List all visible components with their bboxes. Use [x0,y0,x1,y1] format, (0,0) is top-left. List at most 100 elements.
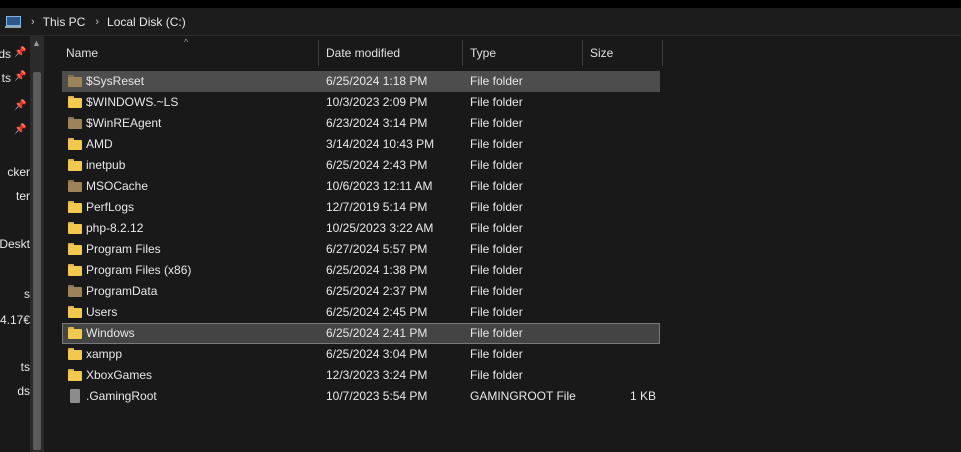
file-date-modified: 10/7/2023 5:54 PM [326,389,428,403]
file-type: File folder [470,158,523,172]
file-type: File folder [470,179,523,193]
file-date-modified: 6/25/2024 2:45 PM [326,305,428,319]
navigation-pane: ds📌ts📌📌📌ckerterDeskts54.17€tsds [0,36,30,452]
nav-pane-item[interactable]: ter [0,187,30,205]
nav-pane-item-label: ds [0,47,11,61]
file-date-modified: 12/7/2019 5:14 PM [326,200,428,214]
breadcrumb-chevron-icon[interactable]: › [95,16,99,28]
file-row[interactable]: MSOCache 10/6/2023 12:11 AM File folder [62,176,660,197]
nav-pane-item-label: cker [7,165,30,179]
column-header-size[interactable]: Size [584,40,662,66]
folder-icon [68,369,82,381]
file-row[interactable]: ProgramData 6/25/2024 2:37 PM File folder [62,281,660,302]
folder-icon [68,243,82,255]
nav-pane-item-label: ts [20,360,30,374]
file-date-modified: 3/14/2024 10:43 PM [326,137,435,151]
pin-icon[interactable]: 📌 [14,47,26,58]
file-row[interactable]: $SysReset 6/25/2024 1:18 PM File folder [62,71,660,92]
folder-icon [68,138,82,150]
file-row[interactable]: $WinREAgent 6/23/2024 3:14 PM File folder [62,113,660,134]
file-row[interactable]: xampp 6/25/2024 3:04 PM File folder [62,344,660,365]
file-row[interactable]: AMD 3/14/2024 10:43 PM File folder [62,134,660,155]
nav-pane-item[interactable]: cker [0,163,30,181]
folder-icon [68,306,82,318]
folder-icon [68,264,82,276]
file-type: File folder [470,116,523,130]
folder-icon [68,201,82,213]
file-name: Program Files (x86) [86,263,192,277]
file-name: php-8.2.12 [86,221,144,235]
column-divider[interactable] [462,40,463,66]
file-row[interactable]: XboxGames 12/3/2023 3:24 PM File folder [62,365,660,386]
column-header-date-modified[interactable]: Date modified [320,40,462,66]
file-type: File folder [470,221,523,235]
file-type: File folder [470,347,523,361]
nav-pane-item[interactable]: ts [0,358,30,376]
nav-pane-item[interactable]: Deskt [0,235,30,253]
column-divider[interactable] [582,40,583,66]
hidden-folder-icon [68,285,82,297]
file-list: $SysReset 6/25/2024 1:18 PM File folder $WI… [62,71,660,407]
file-type: File folder [470,263,523,277]
column-divider[interactable] [318,40,319,66]
file-row[interactable]: Program Files (x86) 6/25/2024 1:38 PM File… [62,260,660,281]
nav-pane-item-label: ter [15,189,30,203]
file-type: File folder [470,200,523,214]
nav-pane-scrollbar[interactable]: ▲ [30,36,44,452]
file-name: Program Files [86,242,161,256]
file-date-modified: 10/3/2023 2:09 PM [326,95,428,109]
scroll-up-arrow-icon[interactable]: ▲ [32,38,41,48]
file-name: AMD [86,137,113,151]
file-name: xampp [86,347,123,361]
nav-pane-item[interactable]: s [0,285,30,303]
breadcrumb-local-disk[interactable]: Local Disk (C:) [107,15,186,29]
file-type: File folder [470,137,523,151]
file-date-modified: 6/25/2024 1:38 PM [326,263,428,277]
file-type: File folder [470,326,523,340]
file-row[interactable]: $WINDOWS.~LS 10/3/2023 2:09 PM File folder [62,92,660,113]
column-header-type[interactable]: Type [464,40,582,66]
nav-pane-item[interactable]: 54.17€ [0,311,30,329]
file-row[interactable]: Users 6/25/2024 2:45 PM File folder [62,302,660,323]
breadcrumb-this-pc[interactable]: This PC [43,15,86,29]
file-date-modified: 6/25/2024 2:41 PM [326,326,428,340]
file-name: Windows [86,326,135,340]
file-name: .GamingRoot [86,389,157,403]
file-row[interactable]: Windows 6/25/2024 2:41 PM File folder [62,323,660,344]
file-row[interactable]: .GamingRoot 10/7/2023 5:54 PM GAMINGROOT F… [62,386,660,407]
file-date-modified: 10/25/2023 3:22 AM [326,221,434,235]
file-date-modified: 10/6/2023 12:11 AM [326,179,433,193]
column-header-name[interactable]: Name [60,40,318,66]
column-divider[interactable] [662,40,663,66]
pin-icon[interactable]: 📌 [14,100,26,111]
hidden-folder-icon [68,180,82,192]
file-name: XboxGames [86,368,153,382]
nav-pane-item[interactable] [0,122,11,140]
file-type: File folder [470,305,523,319]
file-name: $WinREAgent [86,116,162,130]
nav-pane-item[interactable]: ts [0,69,11,87]
pin-icon[interactable]: 📌 [14,71,26,82]
file-date-modified: 12/3/2023 3:24 PM [326,368,428,382]
nav-pane-item-label: ts [1,71,11,85]
file-row[interactable]: php-8.2.12 10/25/2023 3:22 AM File folder [62,218,660,239]
nav-pane-scroll-thumb[interactable] [33,72,41,450]
file-name: $SysReset [86,74,145,88]
nav-pane-item[interactable] [0,98,11,116]
file-row[interactable]: inetpub 6/25/2024 2:43 PM File folder [62,155,660,176]
nav-pane-item-label: ds [17,384,30,398]
this-pc-icon[interactable] [5,15,21,29]
file-date-modified: 6/25/2024 1:18 PM [326,74,428,88]
pin-icon[interactable]: 📌 [14,124,26,135]
address-bar[interactable]: › This PC › Local Disk (C:) [0,8,961,36]
file-name: ProgramData [86,284,158,298]
window-top-strip [0,0,961,8]
file-date-modified: 6/27/2024 5:57 PM [326,242,428,256]
file-row[interactable]: Program Files 6/27/2024 5:57 PM File folde… [62,239,660,260]
file-size: 1 KB [629,389,656,403]
nav-pane-item[interactable]: ds [0,45,11,63]
breadcrumb-chevron-icon[interactable]: › [31,16,35,28]
file-row[interactable]: PerfLogs 12/7/2019 5:14 PM File folder [62,197,660,218]
file-type: GAMINGROOT File [470,389,576,403]
nav-pane-item[interactable]: ds [0,382,30,400]
